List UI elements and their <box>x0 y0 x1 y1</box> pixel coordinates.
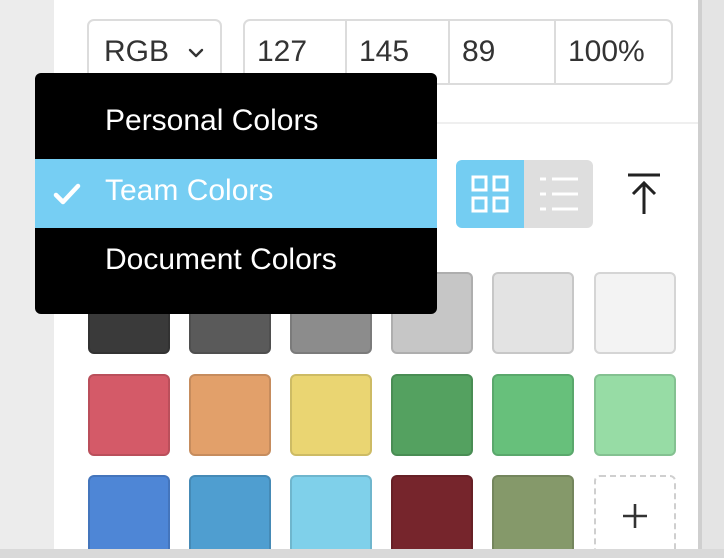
upload-icon[interactable] <box>622 170 666 218</box>
swatch[interactable] <box>391 475 473 557</box>
alpha-field[interactable]: 100% <box>556 21 671 83</box>
swatch[interactable] <box>88 475 170 557</box>
swatch[interactable] <box>88 374 170 456</box>
color-mode-label: RGB <box>104 35 170 68</box>
menu-item-document-colors[interactable]: Document Colors <box>35 228 437 297</box>
blue-field[interactable]: 89 <box>450 21 556 83</box>
swatch[interactable] <box>189 475 271 557</box>
swatch[interactable] <box>492 272 574 354</box>
swatch[interactable] <box>594 374 676 456</box>
menu-item-personal-colors[interactable]: Personal Colors <box>35 89 437 158</box>
swatch[interactable] <box>594 272 676 354</box>
menu-item-label: Personal Colors <box>105 104 319 137</box>
view-toggle <box>456 160 593 228</box>
swatch[interactable] <box>492 475 574 557</box>
plus-icon <box>623 504 647 528</box>
chevron-down-icon <box>188 48 204 58</box>
list-view-button[interactable] <box>524 160 593 228</box>
check-icon <box>53 183 81 205</box>
swatch[interactable] <box>290 374 372 456</box>
swatch[interactable] <box>492 374 574 456</box>
grid-view-icon <box>471 175 509 213</box>
menu-item-team-colors[interactable]: Team Colors <box>35 159 437 228</box>
swatch[interactable] <box>189 374 271 456</box>
menu-item-label: Team Colors <box>105 174 274 207</box>
menu-item-label: Document Colors <box>105 243 337 276</box>
list-view-icon <box>540 177 578 211</box>
bottom-edge <box>0 549 724 558</box>
swatch[interactable] <box>391 374 473 456</box>
grid-view-button[interactable] <box>456 160 524 228</box>
panel-scroll-edge <box>698 0 724 558</box>
add-swatch-button[interactable] <box>594 475 676 557</box>
swatch[interactable] <box>290 475 372 557</box>
color-library-menu: Personal Colors Team Colors Document Col… <box>35 73 437 314</box>
